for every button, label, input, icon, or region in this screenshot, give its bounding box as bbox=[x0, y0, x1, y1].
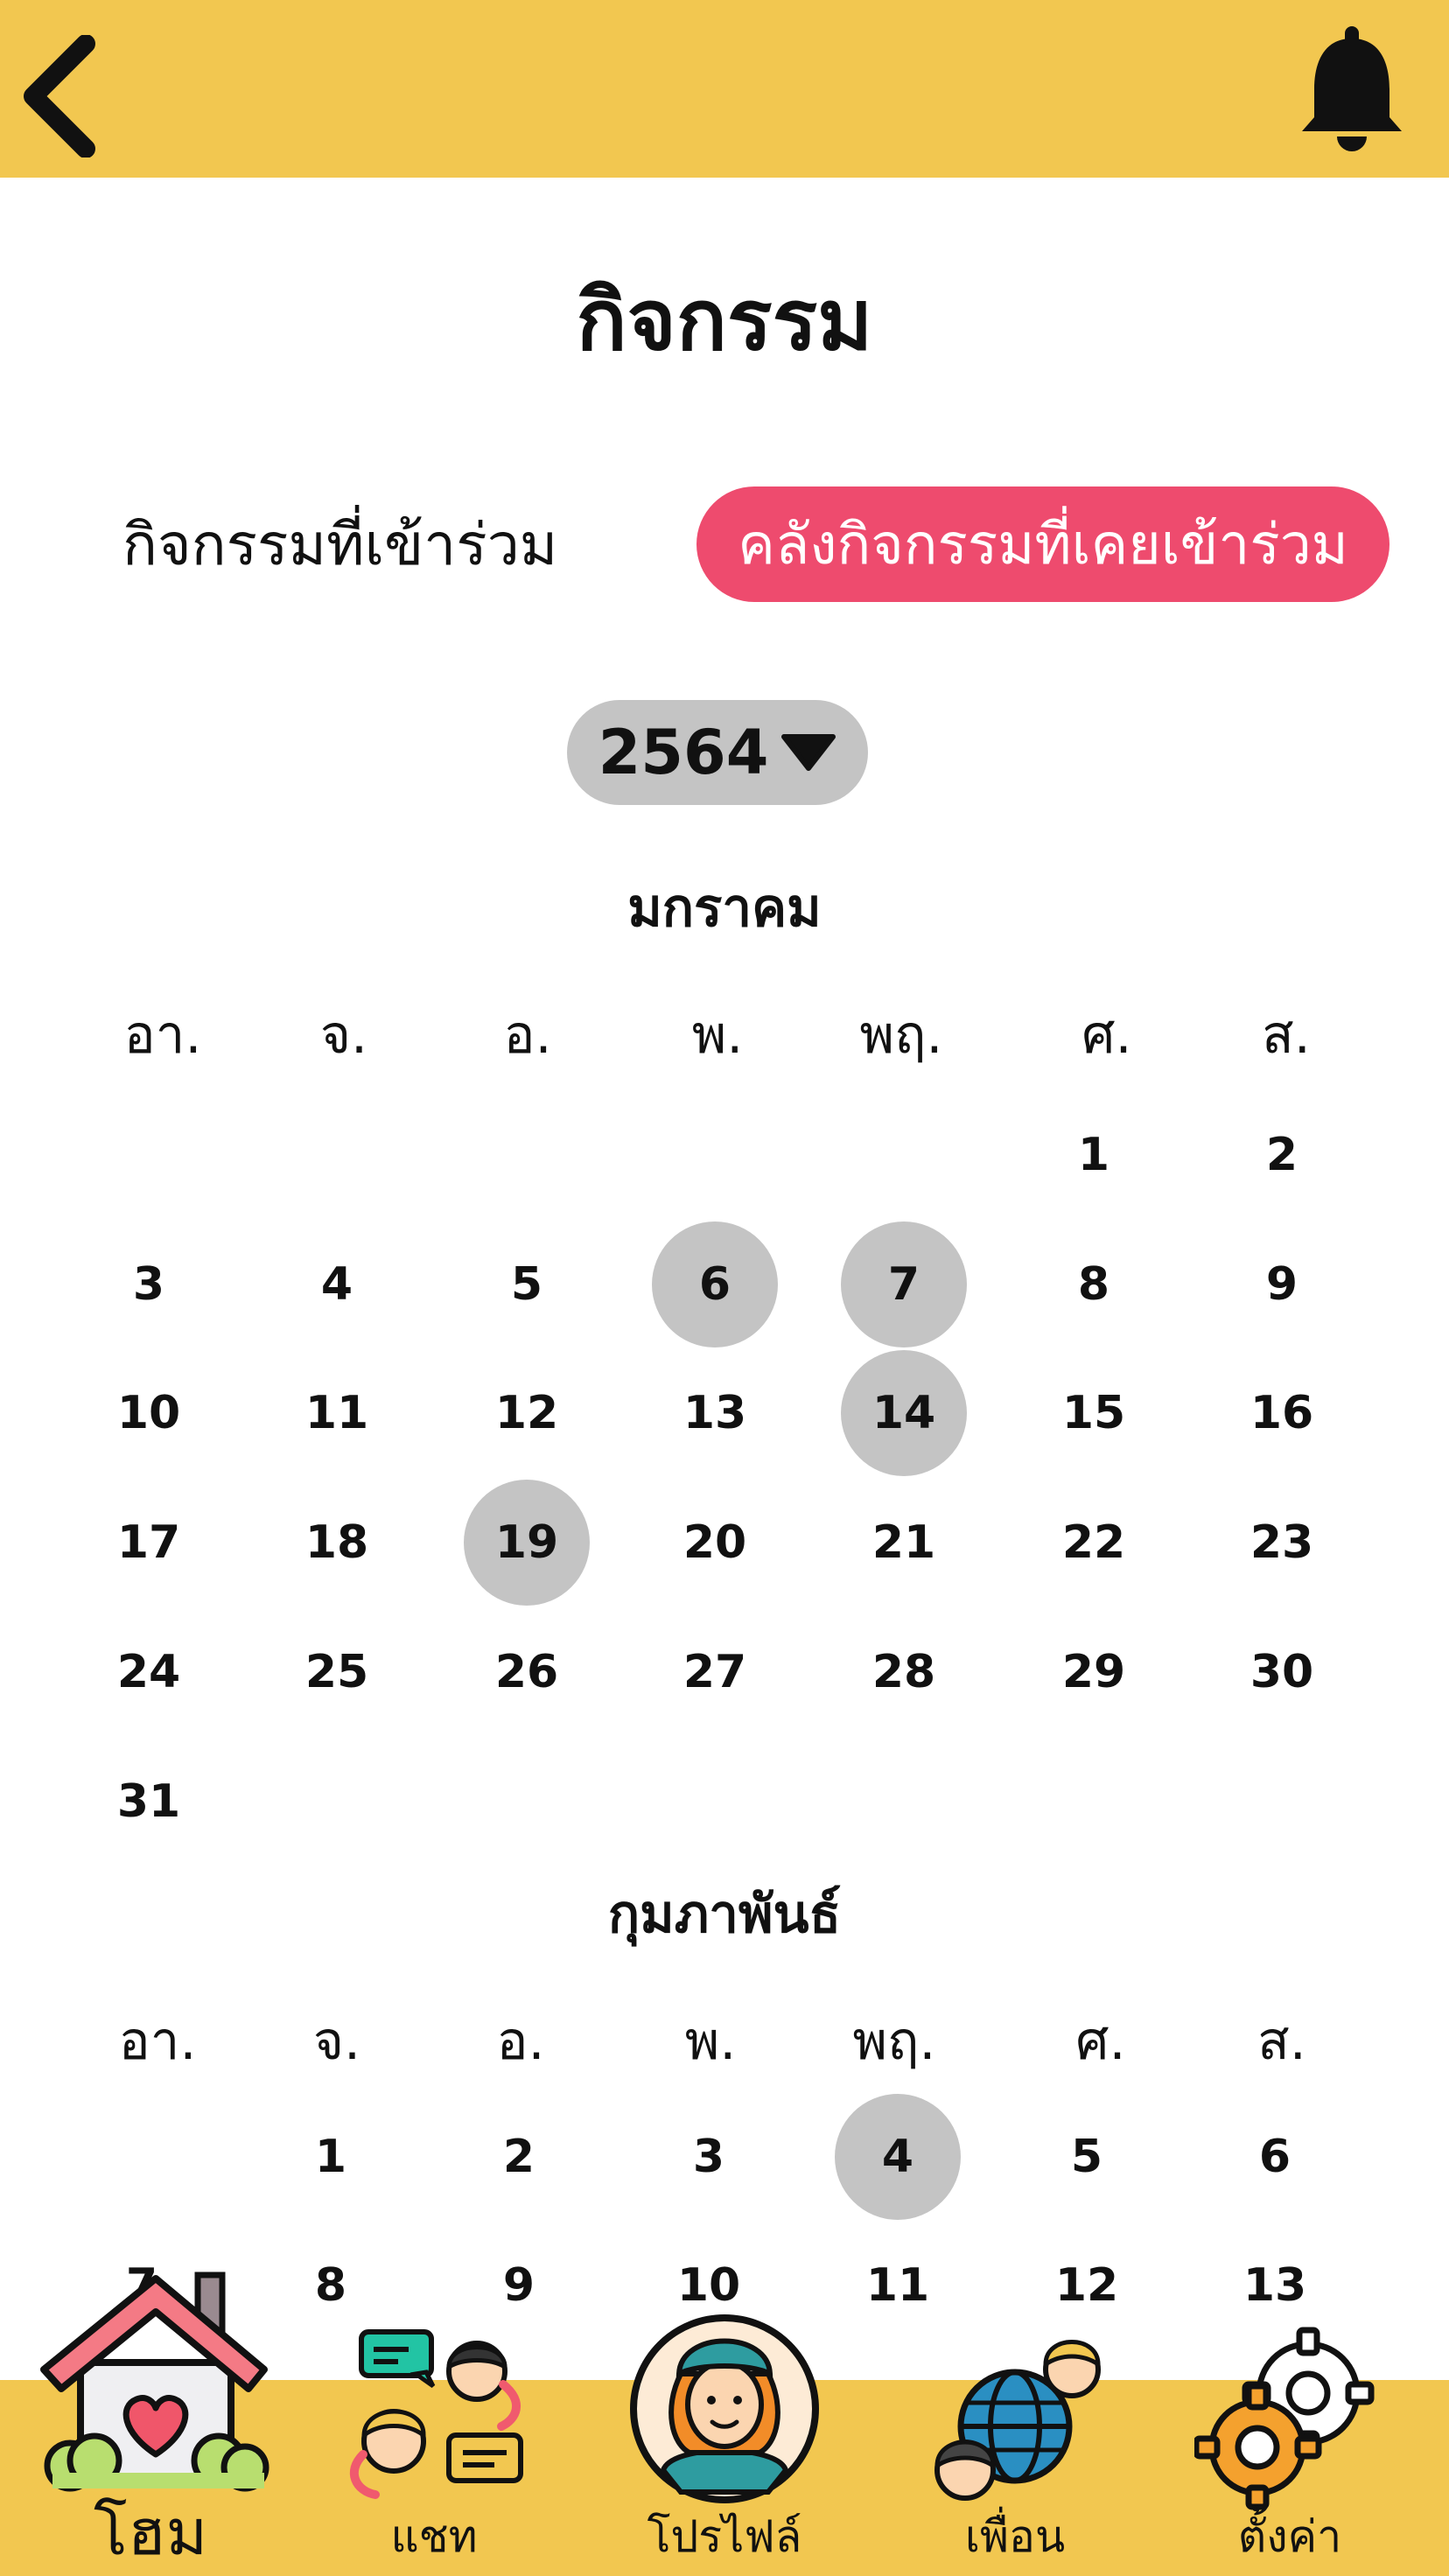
back-chevron-icon bbox=[24, 34, 95, 158]
calendar-day[interactable]: 29 bbox=[1031, 1609, 1157, 1735]
calendar-day[interactable]: 1 bbox=[268, 2094, 394, 2220]
calendar-day[interactable]: 27 bbox=[652, 1609, 778, 1735]
calendar-day[interactable]: 2 bbox=[1219, 1092, 1345, 1218]
calendar-day[interactable]: 31 bbox=[86, 1739, 212, 1865]
calendar-day-event[interactable]: 19 bbox=[464, 1480, 590, 1606]
nav-friends-button[interactable] bbox=[923, 2326, 1116, 2510]
year-value: 2564 bbox=[598, 717, 769, 788]
calendar-day[interactable]: 16 bbox=[1219, 1350, 1345, 1476]
calendar-day[interactable]: 11 bbox=[274, 1350, 400, 1476]
weekday-header: พฤ. bbox=[859, 1004, 943, 1066]
back-button[interactable] bbox=[16, 34, 103, 158]
weekday-header: พฤ. bbox=[852, 2011, 936, 2072]
year-selector[interactable]: 2564 bbox=[567, 700, 868, 805]
calendar-day[interactable]: 3 bbox=[86, 1222, 212, 1348]
calendar-day[interactable]: 25 bbox=[274, 1609, 400, 1735]
calendar-day[interactable]: 5 bbox=[1024, 2094, 1150, 2220]
weekday-header: จ. bbox=[312, 2011, 361, 2072]
calendar-day[interactable]: 10 bbox=[86, 1350, 212, 1476]
weekday-header: ส. bbox=[1257, 2011, 1306, 2072]
weekday-header: ศ. bbox=[1082, 1004, 1132, 1066]
page-title: กิจกรรม bbox=[576, 271, 873, 369]
month-title: กุมภาพันธ์ bbox=[607, 1884, 842, 1945]
calendar-day[interactable]: 17 bbox=[86, 1480, 212, 1606]
friends-globe-icon bbox=[934, 2340, 1101, 2501]
weekday-header: ส. bbox=[1262, 1004, 1311, 1066]
chat-icon bbox=[349, 2329, 523, 2499]
month-title: มกราคม bbox=[627, 878, 822, 939]
weekday-header: อา. bbox=[123, 1004, 202, 1066]
nav-home-label: โฮม bbox=[93, 2496, 208, 2569]
calendar-day[interactable]: 21 bbox=[841, 1480, 967, 1606]
calendar-day[interactable]: 18 bbox=[274, 1480, 400, 1606]
nav-profile-button[interactable] bbox=[628, 2313, 821, 2505]
nav-home-button[interactable] bbox=[35, 2266, 271, 2494]
settings-gear-icon bbox=[1193, 2327, 1375, 2510]
calendar-day[interactable]: 20 bbox=[652, 1480, 778, 1606]
calendar-day-event[interactable]: 7 bbox=[841, 1222, 967, 1348]
calendar-day[interactable]: 2 bbox=[456, 2094, 582, 2220]
calendar-day[interactable]: 24 bbox=[86, 1609, 212, 1735]
top-bar bbox=[0, 0, 1449, 178]
calendar-day[interactable]: 22 bbox=[1031, 1480, 1157, 1606]
calendar-day[interactable]: 5 bbox=[464, 1222, 590, 1348]
nav-settings-button[interactable] bbox=[1193, 2323, 1378, 2511]
bell-icon bbox=[1302, 26, 1402, 151]
calendar-day[interactable]: 6 bbox=[1212, 2094, 1338, 2220]
weekday-header: อ. bbox=[496, 2011, 545, 2072]
weekday-header: พ. bbox=[684, 2011, 737, 2072]
home-icon bbox=[40, 2272, 270, 2492]
calendar-day[interactable]: 23 bbox=[1219, 1480, 1345, 1606]
tab-joined-activities[interactable]: กิจกรรมที่เข้าร่วม bbox=[122, 499, 557, 591]
calendar-day[interactable]: 26 bbox=[464, 1609, 590, 1735]
calendar-day[interactable]: 1 bbox=[1031, 1092, 1157, 1218]
weekday-header: ศ. bbox=[1075, 2011, 1126, 2072]
calendar-day[interactable]: 8 bbox=[1031, 1222, 1157, 1348]
calendar-day[interactable]: 3 bbox=[646, 2094, 772, 2220]
caret-down-icon bbox=[781, 734, 836, 771]
nav-settings-label: ตั้งค่า bbox=[1237, 2511, 1342, 2562]
weekday-header: อ. bbox=[503, 1004, 552, 1066]
weekday-header: จ. bbox=[319, 1004, 368, 1066]
calendar-day[interactable]: 30 bbox=[1219, 1609, 1345, 1735]
nav-chat-button[interactable] bbox=[346, 2323, 534, 2507]
calendar-day[interactable]: 4 bbox=[274, 1222, 400, 1348]
weekday-header: พ. bbox=[691, 1004, 744, 1066]
nav-friends-label: เพื่อน bbox=[964, 2511, 1066, 2562]
tab-activity-archive-label: คลังกิจกรรมที่เคยเข้าร่วม bbox=[738, 513, 1348, 578]
calendar-day[interactable]: 9 bbox=[1219, 1222, 1345, 1348]
calendar-day-event[interactable]: 4 bbox=[835, 2094, 961, 2220]
calendar-day[interactable]: 13 bbox=[652, 1350, 778, 1476]
calendar-day-event[interactable]: 14 bbox=[841, 1350, 967, 1476]
nav-profile-label: โปรไฟล์ bbox=[647, 2511, 802, 2562]
calendar-day[interactable]: 28 bbox=[841, 1609, 967, 1735]
nav-chat-label: แชท bbox=[390, 2511, 478, 2562]
calendar-day[interactable]: 15 bbox=[1031, 1350, 1157, 1476]
calendar-day[interactable]: 12 bbox=[464, 1350, 590, 1476]
tab-activity-archive[interactable]: คลังกิจกรรมที่เคยเข้าร่วม bbox=[696, 486, 1390, 602]
notification-button[interactable] bbox=[1295, 19, 1409, 159]
calendar-day-event[interactable]: 6 bbox=[652, 1222, 778, 1348]
profile-avatar-icon bbox=[630, 2314, 819, 2503]
weekday-header: อา. bbox=[118, 2011, 197, 2072]
